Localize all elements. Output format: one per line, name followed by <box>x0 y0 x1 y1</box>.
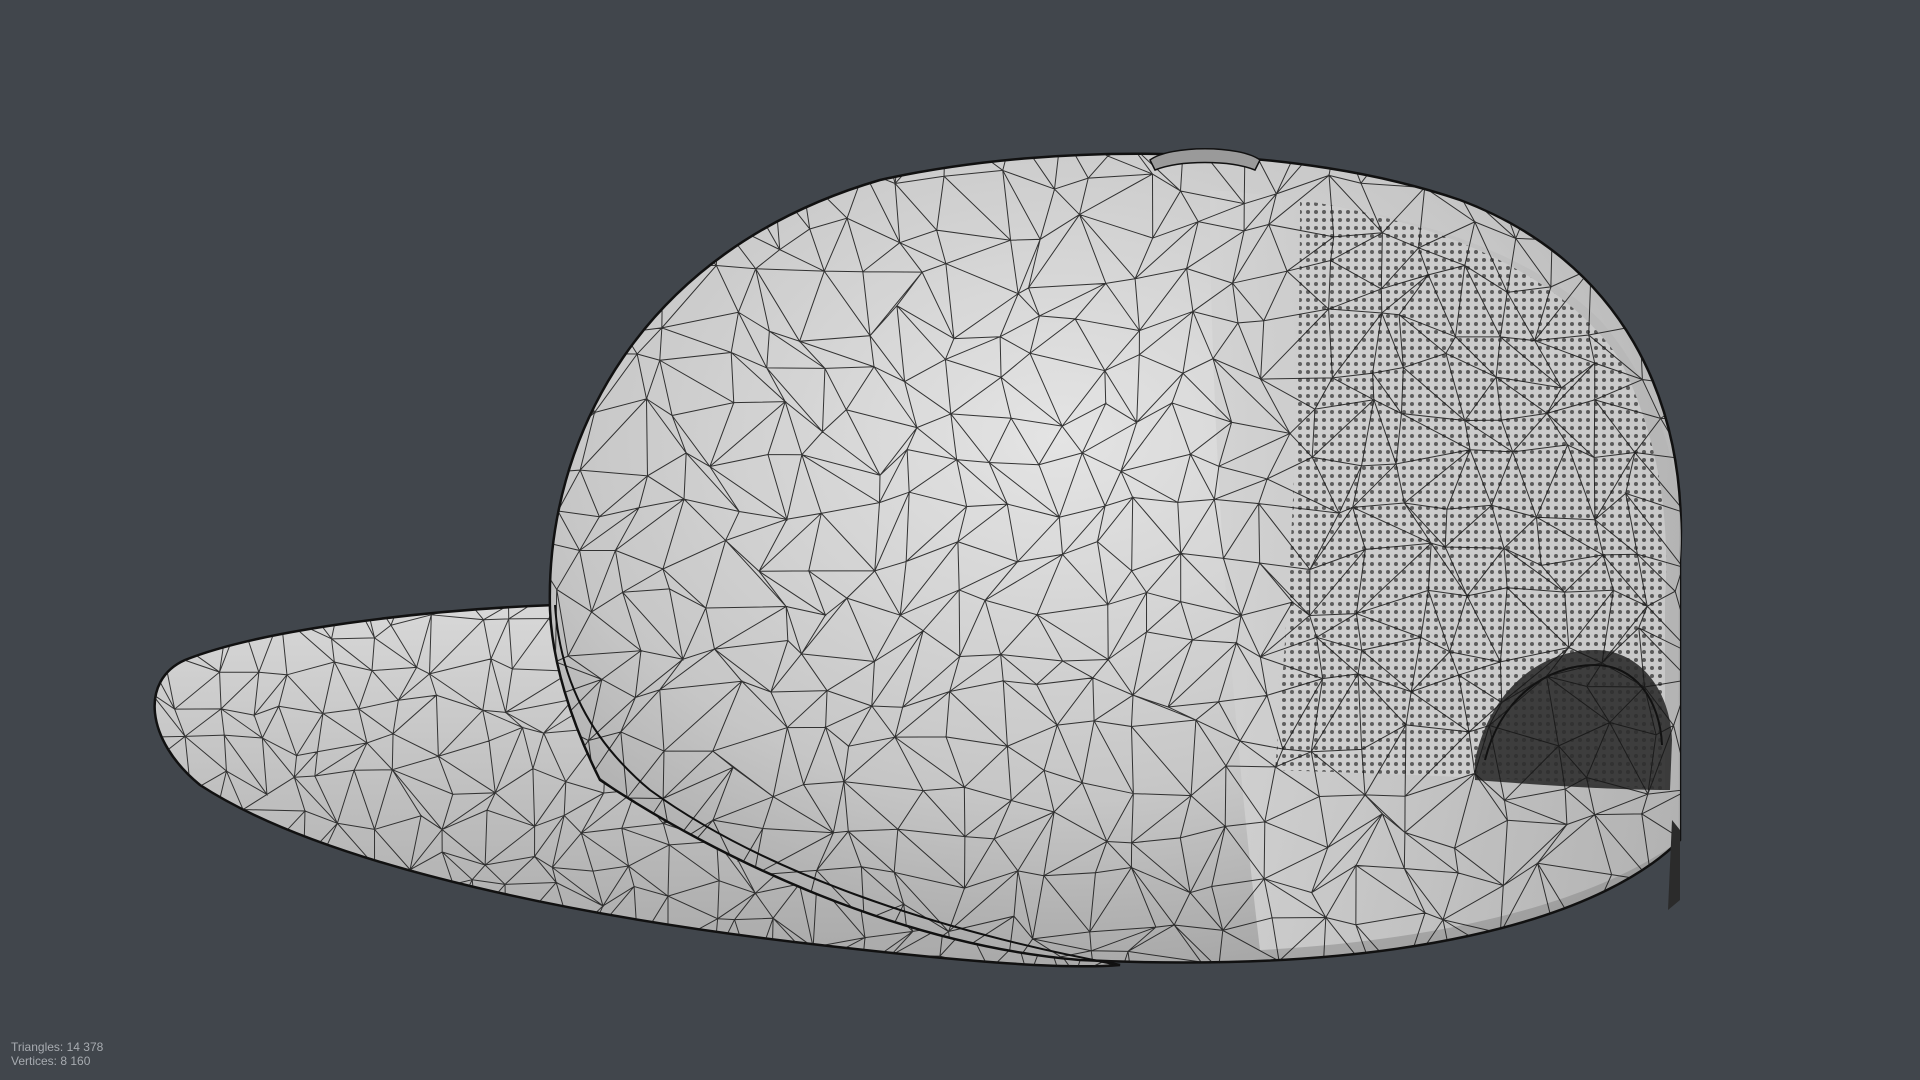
scene-stats-overlay: Triangles: 14 378 Vertices: 8 160 <box>11 1040 103 1068</box>
vertices-value: 8 160 <box>60 1054 91 1068</box>
baseball-cap-wireframe-icon[interactable] <box>0 0 1920 1080</box>
triangles-label: Triangles: <box>11 1040 64 1054</box>
3d-viewport[interactable]: Triangles: 14 378 Vertices: 8 160 <box>0 0 1920 1080</box>
triangles-value: 14 378 <box>66 1040 104 1054</box>
triangles-stat: Triangles: 14 378 <box>11 1040 103 1054</box>
vertices-stat: Vertices: 8 160 <box>11 1054 103 1068</box>
vertices-label: Vertices: <box>11 1054 58 1068</box>
